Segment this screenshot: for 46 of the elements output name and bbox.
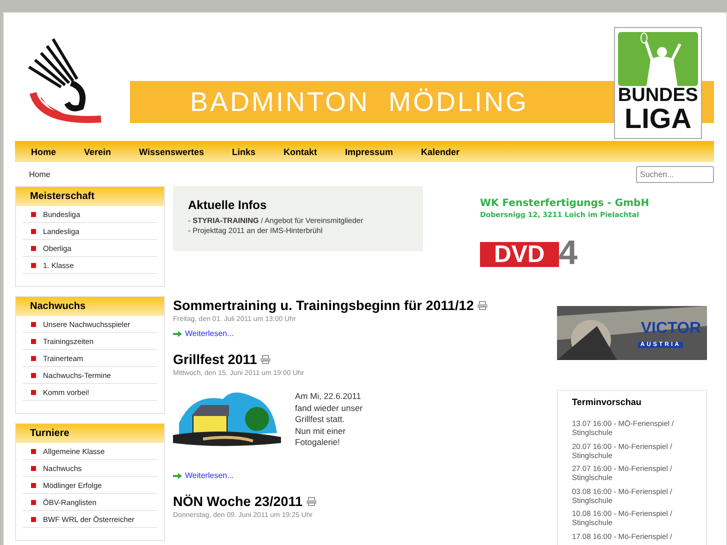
bullet-icon <box>31 338 36 344</box>
menu-link[interactable]: Kontakt <box>284 146 318 156</box>
article-title[interactable]: Grillfest 2011 <box>173 352 258 367</box>
menu-link[interactable]: Links <box>232 146 256 156</box>
menu-link[interactable]: Home <box>31 146 56 156</box>
league-logo-text: BUNDES <box>618 86 698 105</box>
bullet-icon <box>31 262 36 268</box>
bullet-icon <box>31 372 36 378</box>
bullet-icon <box>31 500 36 504</box>
menu-link[interactable]: Verein <box>84 146 112 156</box>
arrow-icon <box>173 472 182 478</box>
panel-title: Nachwuchs <box>16 297 164 316</box>
menu-link[interactable]: Wissenswertes <box>139 146 204 156</box>
printer-icon[interactable] <box>260 355 272 364</box>
bullet-icon <box>31 516 36 522</box>
bullet-icon <box>31 466 36 470</box>
breadcrumb[interactable]: Home <box>29 170 50 178</box>
menu-link[interactable]: Impressum <box>345 146 394 156</box>
bullet-icon <box>31 448 36 454</box>
bullet-icon <box>31 482 36 488</box>
sponsor-brand: VICTOR <box>640 320 701 338</box>
panel-title: Turniere <box>16 424 164 443</box>
events-title: Terminvorschau <box>572 397 642 407</box>
bullet-icon <box>31 246 36 250</box>
bullet-icon <box>31 390 36 394</box>
arrow-icon <box>173 330 182 336</box>
search-field[interactable]: Suchen... <box>636 166 714 182</box>
info-title: Aktuelle Infos <box>188 198 268 212</box>
article-title[interactable]: NÖN Woche 23/2011 <box>173 494 303 509</box>
printer-icon[interactable] <box>476 301 488 310</box>
player-icon <box>618 32 698 86</box>
bullet-icon <box>31 356 36 360</box>
bullet-icon <box>31 212 36 216</box>
league-logo-text: LIGA <box>624 105 692 133</box>
bullet-icon <box>31 228 36 234</box>
read-more-link[interactable]: Weiterlesen... <box>173 329 555 338</box>
article-title[interactable]: Sommertraining u. Trainingsbeginn für 2011/12 <box>173 298 474 313</box>
read-more-link[interactable]: Weiterlesen... <box>173 471 555 480</box>
sponsor-name: WK Fensterfertigungs - GmbH <box>480 198 650 209</box>
sponsor-logo: DVD 4 <box>480 239 650 267</box>
article-text: Am Mi, 22.6.2011 fand wieder unser Grillfest statt. Nun mit einer Fotogalerie! <box>295 390 363 449</box>
site-title: BADMINTON MÖDLING <box>190 86 529 118</box>
menu-link[interactable]: Kalender <box>421 146 460 156</box>
panel-title: Meisterschaft <box>16 187 164 206</box>
bullet-icon <box>31 322 36 326</box>
printer-icon[interactable] <box>306 497 317 506</box>
